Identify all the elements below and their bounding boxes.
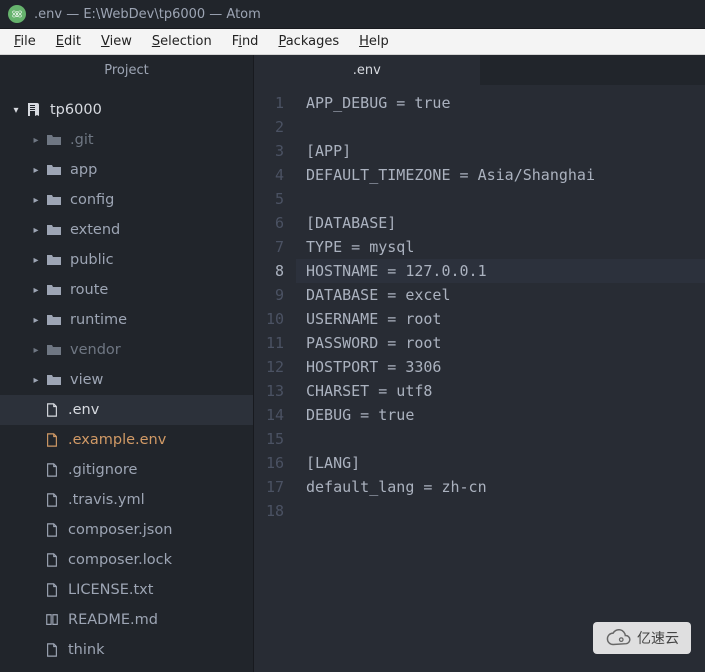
menu-view[interactable]: View xyxy=(91,32,142,51)
tree-folder-route[interactable]: ▸route xyxy=(0,275,253,305)
chevron-right-icon: ▸ xyxy=(30,285,42,296)
code-line[interactable] xyxy=(296,499,705,523)
chevron-right-icon: ▸ xyxy=(30,345,42,356)
tree-root[interactable]: ▾ tp6000 xyxy=(0,95,253,125)
folder-icon xyxy=(46,342,62,358)
code-line[interactable]: [DATABASE] xyxy=(296,211,705,235)
sidebar: Project ▾ tp6000 ▸.git ▸app ▸config ▸ext… xyxy=(0,55,254,672)
tree-file-composer-json[interactable]: composer.json xyxy=(0,515,253,545)
tree-folder-git[interactable]: ▸.git xyxy=(0,125,253,155)
tree-file-gitignore[interactable]: .gitignore xyxy=(0,455,253,485)
code-area[interactable]: APP_DEBUG = true [APP]DEFAULT_TIMEZONE = … xyxy=(296,91,705,672)
code-line[interactable] xyxy=(296,187,705,211)
folder-icon xyxy=(46,192,62,208)
main: Project ▾ tp6000 ▸.git ▸app ▸config ▸ext… xyxy=(0,55,705,672)
chevron-right-icon: ▸ xyxy=(30,255,42,266)
file-icon xyxy=(44,582,60,598)
editor[interactable]: 123456789101112131415161718 APP_DEBUG = … xyxy=(254,85,705,672)
tab-bar: .env xyxy=(254,55,705,85)
menu-packages[interactable]: Packages xyxy=(268,32,349,51)
folder-icon xyxy=(46,222,62,238)
book-icon xyxy=(44,612,60,628)
menu-selection[interactable]: Selection xyxy=(142,32,222,51)
tree-folder-runtime[interactable]: ▸runtime xyxy=(0,305,253,335)
tab-env[interactable]: .env xyxy=(254,55,480,85)
code-line[interactable]: HOSTNAME = 127.0.0.1 xyxy=(296,259,705,283)
tree-folder-app[interactable]: ▸app xyxy=(0,155,253,185)
code-line[interactable]: PASSWORD = root xyxy=(296,331,705,355)
code-line[interactable]: TYPE = mysql xyxy=(296,235,705,259)
chevron-right-icon: ▸ xyxy=(30,195,42,206)
watermark: 亿速云 xyxy=(593,622,691,654)
code-line[interactable]: default_lang = zh-cn xyxy=(296,475,705,499)
repo-icon xyxy=(26,102,42,118)
file-icon xyxy=(44,462,60,478)
tree-file-travis[interactable]: .travis.yml xyxy=(0,485,253,515)
tree-folder-public[interactable]: ▸public xyxy=(0,245,253,275)
file-icon xyxy=(44,402,60,418)
tree-file-composer-lock[interactable]: composer.lock xyxy=(0,545,253,575)
tree-file-license[interactable]: LICENSE.txt xyxy=(0,575,253,605)
tree-file-readme[interactable]: README.md xyxy=(0,605,253,635)
chevron-down-icon: ▾ xyxy=(10,105,22,116)
cloud-icon xyxy=(605,629,631,647)
file-icon xyxy=(44,522,60,538)
tree-file-think[interactable]: think xyxy=(0,635,253,665)
tab-spacer xyxy=(480,55,705,85)
menu-edit[interactable]: Edit xyxy=(46,32,91,51)
tree-folder-vendor[interactable]: ▸vendor xyxy=(0,335,253,365)
atom-app-icon xyxy=(8,5,26,23)
tree-folder-view[interactable]: ▸view xyxy=(0,365,253,395)
window-title: .env — E:\WebDev\tp6000 — Atom xyxy=(34,7,261,22)
code-line[interactable] xyxy=(296,115,705,139)
chevron-right-icon: ▸ xyxy=(30,225,42,236)
code-line[interactable]: DEFAULT_TIMEZONE = Asia/Shanghai xyxy=(296,163,705,187)
editor-pane: .env 123456789101112131415161718 APP_DEB… xyxy=(254,55,705,672)
code-line[interactable]: DATABASE = excel xyxy=(296,283,705,307)
file-tree[interactable]: ▾ tp6000 ▸.git ▸app ▸config ▸extend ▸pub… xyxy=(0,85,253,672)
chevron-right-icon: ▸ xyxy=(30,315,42,326)
folder-icon xyxy=(46,252,62,268)
file-icon xyxy=(44,552,60,568)
folder-icon xyxy=(46,282,62,298)
menu-bar: File Edit View Selection Find Packages H… xyxy=(0,29,705,55)
file-icon xyxy=(44,492,60,508)
tree-folder-extend[interactable]: ▸extend xyxy=(0,215,253,245)
watermark-text: 亿速云 xyxy=(637,628,679,648)
code-line[interactable]: [APP] xyxy=(296,139,705,163)
code-line[interactable] xyxy=(296,427,705,451)
root-label: tp6000 xyxy=(50,102,102,118)
tree-file-example-env[interactable]: .example.env xyxy=(0,425,253,455)
folder-icon xyxy=(46,132,62,148)
folder-icon xyxy=(46,372,62,388)
project-label: Project xyxy=(104,63,148,78)
file-icon xyxy=(44,642,60,658)
code-line[interactable]: APP_DEBUG = true xyxy=(296,91,705,115)
folder-icon xyxy=(46,162,62,178)
chevron-right-icon: ▸ xyxy=(30,135,42,146)
chevron-right-icon: ▸ xyxy=(30,375,42,386)
tree-folder-config[interactable]: ▸config xyxy=(0,185,253,215)
menu-file[interactable]: File xyxy=(4,32,46,51)
title-bar: .env — E:\WebDev\tp6000 — Atom xyxy=(0,0,705,29)
project-panel-header: Project xyxy=(0,55,253,85)
file-icon xyxy=(44,432,60,448)
menu-help[interactable]: Help xyxy=(349,32,399,51)
folder-icon xyxy=(46,312,62,328)
code-line[interactable]: DEBUG = true xyxy=(296,403,705,427)
code-line[interactable]: USERNAME = root xyxy=(296,307,705,331)
chevron-right-icon: ▸ xyxy=(30,165,42,176)
gutter: 123456789101112131415161718 xyxy=(254,91,296,672)
code-line[interactable]: CHARSET = utf8 xyxy=(296,379,705,403)
code-line[interactable]: [LANG] xyxy=(296,451,705,475)
menu-find[interactable]: Find xyxy=(222,32,269,51)
code-line[interactable]: HOSTPORT = 3306 xyxy=(296,355,705,379)
tree-file-env[interactable]: .env xyxy=(0,395,253,425)
